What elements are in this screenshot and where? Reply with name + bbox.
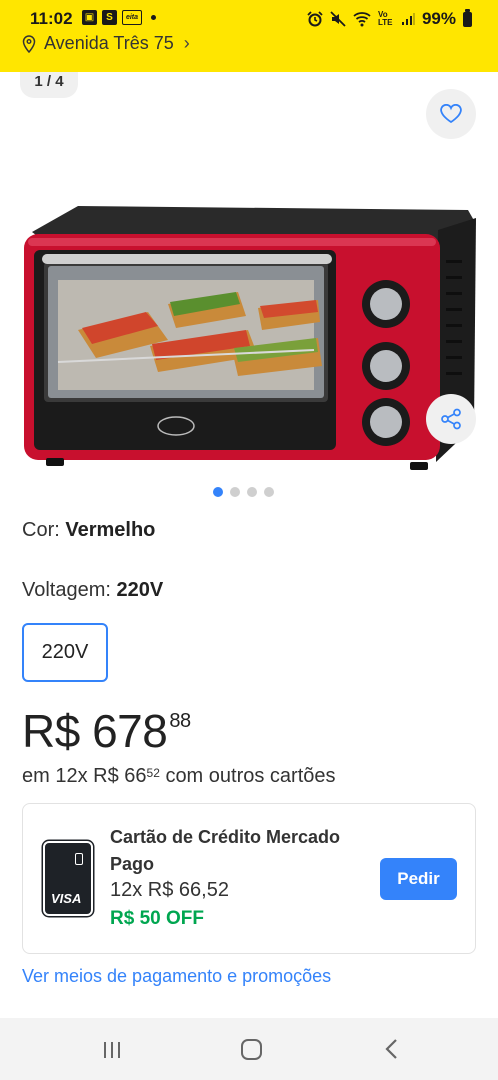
visa-logo: VISA — [51, 891, 82, 906]
status-system-icons: Vo LTE 99% — [307, 8, 472, 29]
pagination-dot[interactable] — [247, 487, 257, 497]
installments-cents: 52 — [146, 766, 160, 780]
color-value: Vermelho — [65, 519, 156, 541]
system-nav-bar — [0, 1018, 498, 1080]
installments-prefix: em 12x R$ 66 — [22, 765, 147, 787]
s-app-icon: S — [102, 10, 117, 25]
battery-icon — [463, 8, 472, 27]
product-gallery[interactable] — [0, 72, 498, 502]
share-button[interactable] — [426, 394, 476, 444]
card-chip-icon — [75, 853, 83, 865]
network-type: Vo LTE — [377, 10, 393, 27]
image-icon: ▣ — [82, 10, 97, 25]
offer-discount: R$ 50 OFF — [110, 908, 204, 929]
status-notification-icons: ▣ S eita — [82, 10, 156, 25]
gallery-pagination — [213, 487, 274, 497]
wifi-icon — [353, 12, 371, 27]
pagination-dot[interactable] — [230, 487, 240, 497]
pagination-dot[interactable] — [213, 487, 223, 497]
request-card-button[interactable]: Pedir — [380, 858, 457, 900]
heart-icon — [440, 104, 462, 124]
price-currency: R$ — [22, 705, 80, 757]
home-icon[interactable] — [241, 1039, 262, 1060]
dot-icon — [151, 15, 156, 20]
voltage-label: Voltagem: — [22, 579, 111, 601]
image-counter: 1 / 4 — [20, 72, 78, 98]
delivery-location[interactable]: Avenida Três 75 › — [22, 33, 190, 54]
voltage-value: 220V — [116, 579, 164, 601]
pagination-dot[interactable] — [264, 487, 274, 497]
offer-installments: 12x R$ 66,52 — [110, 879, 229, 901]
chevron-right-icon: › — [183, 33, 190, 53]
mute-icon — [330, 11, 346, 27]
credit-card-offer: VISA Cartão de Crédito Mercado Pago 12x … — [22, 803, 476, 954]
signal-icon — [401, 13, 415, 25]
offer-title: Cartão de Crédito Mercado Pago — [110, 827, 341, 874]
installments-suffix: com outros cartões — [165, 765, 336, 787]
favorite-button[interactable] — [426, 89, 476, 139]
credit-card-icon: VISA — [43, 841, 93, 916]
price-integer: 678 — [92, 705, 168, 757]
back-icon[interactable] — [384, 1038, 400, 1060]
color-label: Cor: — [22, 519, 60, 541]
location-text: Avenida Três 75 — [44, 33, 174, 53]
eita-app-icon: eita — [122, 10, 142, 25]
color-selection: Cor: Vermelho — [22, 519, 155, 542]
product-image-oven[interactable] — [18, 200, 480, 472]
recent-apps-icon[interactable] — [102, 1040, 122, 1060]
alarm-icon — [307, 11, 323, 27]
product-price: R$ 678 88 — [22, 704, 191, 758]
battery-percent: 99% — [421, 9, 456, 28]
payment-methods-link[interactable]: Ver meios de pagamento e promoções — [22, 966, 331, 987]
location-pin-icon — [22, 34, 36, 53]
price-cents: 88 — [169, 710, 191, 732]
share-icon — [441, 408, 461, 430]
app-header: 11:02 ▣ S eita Vo LTE 99% Avenida Três 7… — [0, 0, 498, 72]
installments-info: em 12x R$ 6652 com outros cartões — [22, 765, 336, 788]
status-time: 11:02 — [30, 9, 73, 28]
voltage-option-220v[interactable]: 220V — [22, 623, 108, 682]
voltage-selection: Voltagem: 220V — [22, 579, 163, 602]
status-bar: 11:02 ▣ S eita Vo LTE 99% — [0, 0, 498, 36]
